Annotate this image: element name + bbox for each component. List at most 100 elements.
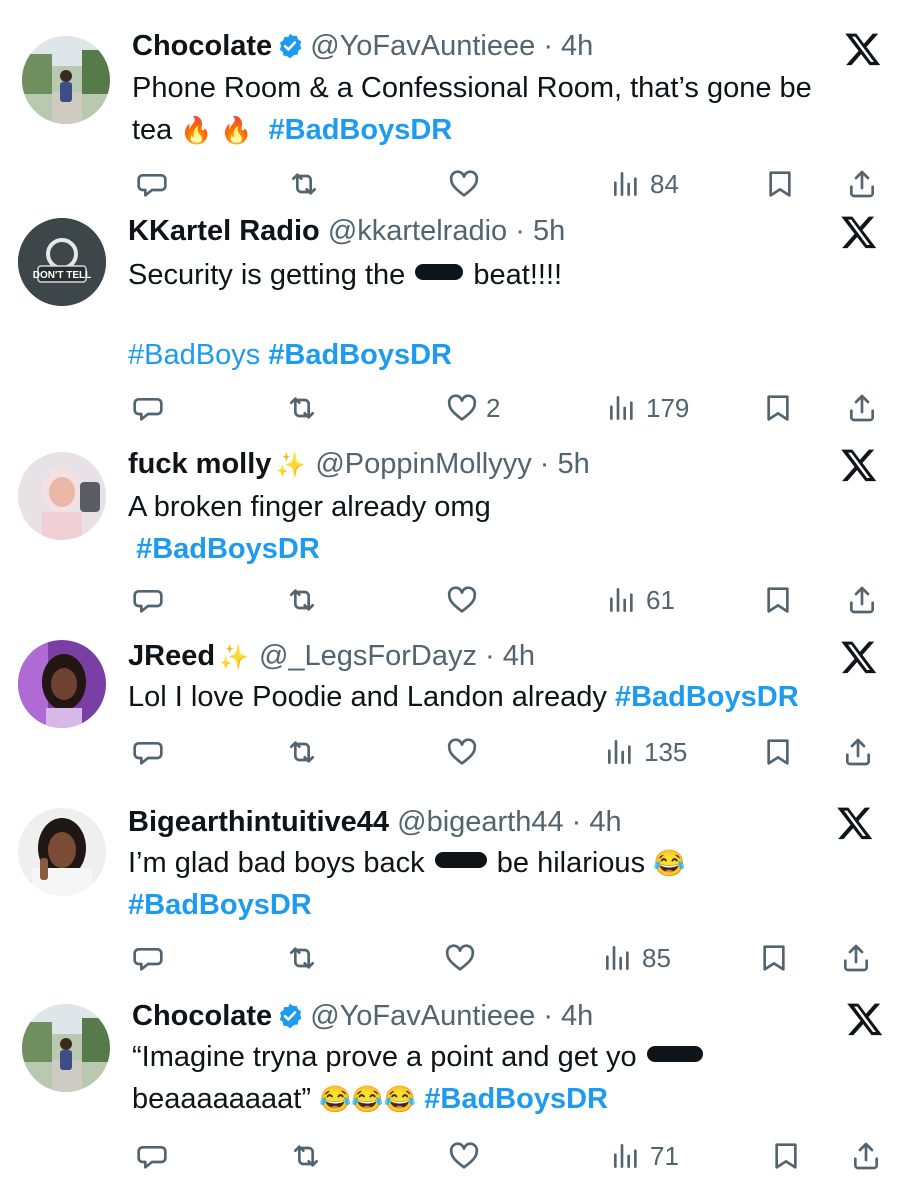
- bookmark-icon: [764, 168, 796, 200]
- hashtag-link[interactable]: #BadBoysDR: [128, 889, 312, 921]
- like-button[interactable]: [448, 166, 480, 202]
- action-bar: 135: [0, 734, 900, 774]
- share-icon: [846, 168, 878, 200]
- avatar[interactable]: [22, 1004, 110, 1092]
- display-name[interactable]: JReed: [128, 640, 215, 672]
- display-name[interactable]: KKartel Radio: [128, 215, 320, 247]
- like-button[interactable]: [446, 582, 478, 618]
- timestamp[interactable]: 5h: [533, 215, 565, 247]
- bookmark-icon: [770, 1140, 802, 1172]
- laughing-emoji-icon: 😂: [653, 848, 686, 878]
- heart-icon: [446, 584, 478, 616]
- retweet-icon: [286, 736, 318, 768]
- reply-button[interactable]: [132, 390, 164, 426]
- x-logo-icon[interactable]: [836, 804, 874, 842]
- timestamp[interactable]: 5h: [558, 448, 590, 480]
- reply-button[interactable]: [136, 1138, 168, 1174]
- views-button[interactable]: 71: [610, 1138, 679, 1174]
- share-button[interactable]: [846, 390, 878, 426]
- bookmark-button[interactable]: [758, 940, 790, 976]
- views-button[interactable]: 84: [610, 166, 679, 202]
- display-name[interactable]: Chocolate: [132, 1000, 272, 1032]
- views-button[interactable]: 85: [602, 940, 671, 976]
- avatar[interactable]: DON'T TELL: [18, 218, 106, 306]
- censor-bar: [646, 1046, 703, 1062]
- verified-badge-icon: [276, 32, 304, 60]
- avatar[interactable]: [18, 452, 106, 540]
- share-button[interactable]: [842, 734, 874, 770]
- action-bar: 71: [0, 1138, 900, 1178]
- bookmark-button[interactable]: [762, 734, 794, 770]
- heart-icon: [446, 392, 478, 424]
- tweet-header: KKartel Radio @kkartelradio · 5h: [128, 215, 566, 247]
- timestamp[interactable]: 4h: [561, 30, 593, 62]
- handle[interactable]: @bigearth44: [397, 806, 564, 838]
- display-name[interactable]: Bigearthintuitive44: [128, 806, 389, 838]
- share-button[interactable]: [850, 1138, 882, 1174]
- timestamp[interactable]: 4h: [561, 1000, 593, 1032]
- share-button[interactable]: [840, 940, 872, 976]
- avatar[interactable]: [18, 808, 106, 896]
- tweet-text: Lol I love Poodie and Landon already #Ba…: [128, 676, 799, 718]
- avatar[interactable]: [22, 36, 110, 124]
- handle[interactable]: @YoFavAuntieee: [310, 30, 535, 62]
- timestamp[interactable]: 4h: [503, 640, 535, 672]
- tweet-text-line: beat!!!!: [473, 259, 563, 291]
- like-button[interactable]: 2: [446, 390, 500, 426]
- fire-emoji-icon: 🔥 🔥: [180, 115, 253, 145]
- x-logo-icon[interactable]: [844, 30, 882, 68]
- share-icon: [846, 584, 878, 616]
- tweet-text-line: I’m glad bad boys back: [128, 847, 425, 879]
- handle[interactable]: @_LegsForDayz: [259, 640, 477, 672]
- views-button[interactable]: 179: [606, 390, 689, 426]
- bookmark-icon: [762, 392, 794, 424]
- retweet-button[interactable]: [288, 166, 320, 202]
- bookmark-button[interactable]: [762, 582, 794, 618]
- retweet-button[interactable]: [286, 582, 318, 618]
- views-button[interactable]: 61: [606, 582, 675, 618]
- like-button[interactable]: [444, 940, 476, 976]
- handle[interactable]: @kkartelradio: [328, 215, 507, 247]
- handle[interactable]: @YoFavAuntieee: [310, 1000, 535, 1032]
- x-logo-icon[interactable]: [840, 213, 878, 251]
- retweet-icon: [288, 168, 320, 200]
- hashtag-link[interactable]: #BadBoysDR: [424, 1083, 608, 1115]
- views-button[interactable]: 135: [604, 734, 687, 770]
- reply-button[interactable]: [132, 940, 164, 976]
- reply-button[interactable]: [132, 582, 164, 618]
- view-count: 135: [644, 736, 688, 767]
- like-button[interactable]: [448, 1138, 480, 1174]
- bookmark-button[interactable]: [770, 1138, 802, 1174]
- reply-icon: [132, 736, 164, 768]
- handle[interactable]: @PoppinMollyyy: [315, 448, 531, 480]
- share-button[interactable]: [846, 582, 878, 618]
- retweet-button[interactable]: [286, 940, 318, 976]
- reply-icon: [132, 942, 164, 974]
- x-logo-icon[interactable]: [846, 1000, 884, 1038]
- x-logo-icon[interactable]: [840, 638, 878, 676]
- timestamp[interactable]: 4h: [589, 806, 621, 838]
- hashtag-link[interactable]: #BadBoysDR: [268, 339, 452, 371]
- reply-button[interactable]: [132, 734, 164, 770]
- display-name[interactable]: fuck molly: [128, 448, 271, 480]
- retweet-button[interactable]: [290, 1138, 322, 1174]
- bookmark-button[interactable]: [764, 166, 796, 202]
- avatar[interactable]: [18, 640, 106, 728]
- hashtag-link[interactable]: #BadBoysDR: [269, 114, 453, 146]
- retweet-button[interactable]: [286, 734, 318, 770]
- share-button[interactable]: [846, 166, 878, 202]
- x-logo-icon[interactable]: [840, 446, 878, 484]
- tweet-text-line: Security is getting the: [128, 259, 406, 291]
- hashtag-link[interactable]: #BadBoys: [128, 339, 260, 371]
- hashtag-link[interactable]: #BadBoysDR: [136, 533, 320, 565]
- reply-button[interactable]: [136, 166, 168, 202]
- retweet-button[interactable]: [286, 390, 318, 426]
- tweet-header: Chocolate @YoFavAuntieee · 4h: [132, 1000, 594, 1032]
- like-button[interactable]: [446, 734, 478, 770]
- bookmark-icon: [762, 736, 794, 768]
- display-name[interactable]: Chocolate: [132, 30, 272, 62]
- hashtag-link[interactable]: #BadBoysDR: [615, 681, 799, 713]
- bar-chart-icon: [602, 942, 634, 974]
- share-icon: [842, 736, 874, 768]
- bookmark-button[interactable]: [762, 390, 794, 426]
